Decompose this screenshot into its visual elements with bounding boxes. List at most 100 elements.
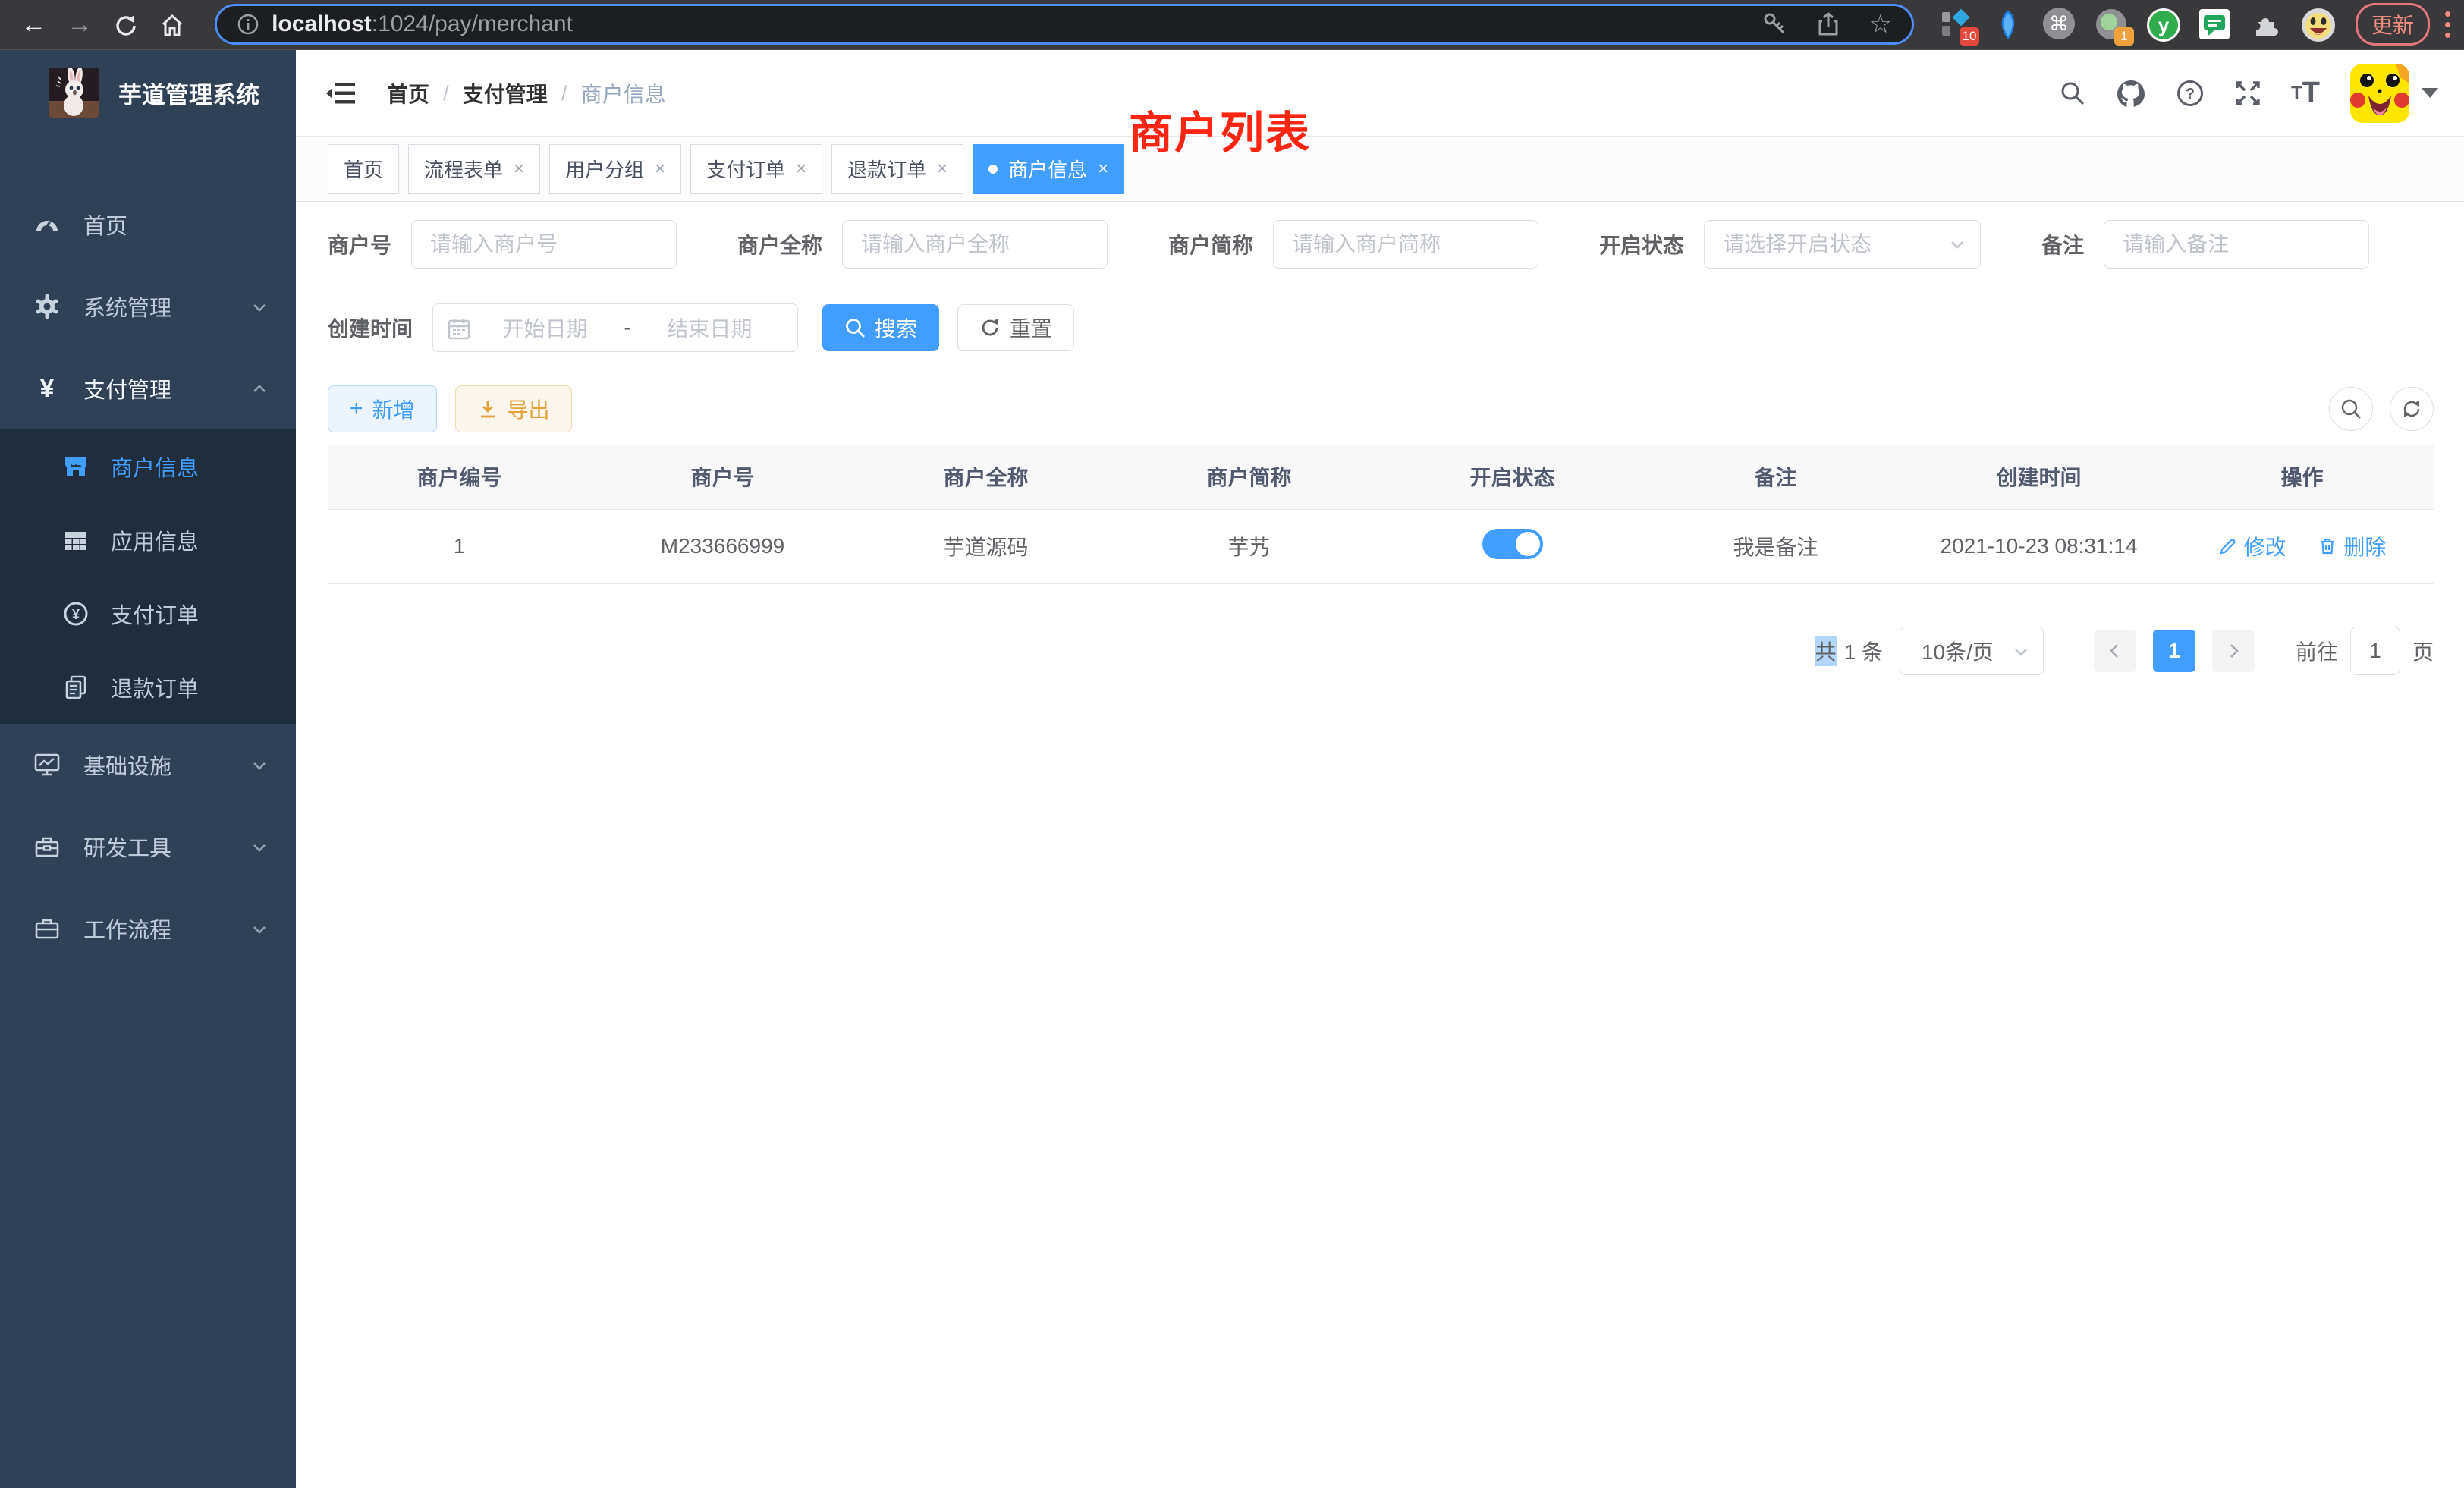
extensions-puzzle-icon[interactable] xyxy=(2249,8,2283,41)
end-date-placeholder[interactable]: 结束日期 xyxy=(636,313,784,343)
tab-process-form[interactable]: 流程表单× xyxy=(408,144,540,194)
edit-link[interactable]: 修改 xyxy=(2218,531,2286,561)
extension-badge: 1 xyxy=(2114,27,2134,46)
sidebar-item-pay[interactable]: ¥ 支付管理 xyxy=(0,347,296,429)
page-size-select[interactable]: 10条/页 xyxy=(1900,627,2044,675)
browser-reload-icon[interactable] xyxy=(103,1,149,48)
merchant-no-label: 商户号 xyxy=(328,229,391,259)
filter-row-1: 商户号 商户全称 商户简称 开启状态 xyxy=(328,220,2434,269)
close-icon[interactable]: × xyxy=(514,159,524,180)
extension-tabs-icon[interactable]: 10 xyxy=(1940,8,1973,41)
browser-update-button[interactable]: 更新 xyxy=(2356,3,2430,46)
header-search-icon[interactable] xyxy=(2059,80,2086,107)
full-name-input[interactable] xyxy=(842,220,1108,269)
table-row: 1 M233666999 芋道源码 芋艿 我是备注 2021-10-23 08:… xyxy=(328,509,2434,583)
share-icon[interactable] xyxy=(1815,11,1841,37)
browser-back-icon[interactable]: ← xyxy=(11,1,57,48)
prev-page-button[interactable] xyxy=(2094,630,2136,672)
browser-forward-icon[interactable]: → xyxy=(57,1,103,48)
goto-page-input[interactable] xyxy=(2350,627,2400,675)
sidebar-item-dev-tools[interactable]: 研发工具 xyxy=(0,806,296,888)
col-full-name: 商户全称 xyxy=(854,445,1117,509)
cell-merchant-no: M233666999 xyxy=(591,509,854,583)
font-size-icon[interactable]: TT xyxy=(2291,77,2320,109)
add-button[interactable]: + 新增 xyxy=(328,385,437,432)
breadcrumb-home[interactable]: 首页 xyxy=(387,78,429,108)
user-avatar[interactable] xyxy=(2350,64,2409,123)
page-1-button[interactable]: 1 xyxy=(2153,630,2195,672)
date-range-picker[interactable]: 开始日期 - 结束日期 xyxy=(432,303,798,352)
chevron-down-icon xyxy=(250,753,269,778)
breadcrumb: 首页 / 支付管理 / 商户信息 xyxy=(387,78,666,108)
tab-merchant-info[interactable]: 商户信息× xyxy=(973,144,1124,194)
extension-y-icon[interactable]: y xyxy=(2146,8,2180,41)
monitor-chart-icon xyxy=(32,751,62,778)
plus-icon: + xyxy=(350,398,363,420)
refresh-table-button[interactable] xyxy=(2390,387,2434,431)
close-icon[interactable]: × xyxy=(655,159,665,180)
goto-label: 前往 xyxy=(2296,636,2338,666)
sidebar-item-merchant-info[interactable]: 商户信息 xyxy=(0,429,296,503)
extension-proxy-icon[interactable]: 1 xyxy=(2095,8,2128,41)
profile-emoji-avatar[interactable] xyxy=(2301,8,2334,41)
browser-menu-icon[interactable] xyxy=(2445,11,2450,38)
search-button[interactable]: 搜索 xyxy=(822,304,939,351)
browser-home-icon[interactable] xyxy=(149,1,195,48)
bookmark-star-icon[interactable]: ☆ xyxy=(1868,9,1891,39)
chevron-down-icon xyxy=(250,916,269,941)
merchant-no-input[interactable] xyxy=(411,220,677,269)
sidebar-menu: 首页 系统管理 ¥ 支付管理 xyxy=(0,184,296,970)
page-content: 商户号 商户全称 商户简称 开启状态 xyxy=(296,202,2464,675)
remark-input[interactable] xyxy=(2104,220,2369,269)
start-date-placeholder[interactable]: 开始日期 xyxy=(471,313,619,343)
tab-user-group[interactable]: 用户分组× xyxy=(549,144,681,194)
toggle-search-button[interactable] xyxy=(2329,387,2373,431)
col-remark: 备注 xyxy=(1644,445,1907,509)
extension-kazoo-icon[interactable] xyxy=(1991,8,2025,41)
chevron-up-icon xyxy=(250,376,269,401)
github-icon[interactable] xyxy=(2115,78,2147,108)
sidebar-item-infra[interactable]: 基础设施 xyxy=(0,724,296,806)
chevron-down-icon xyxy=(250,294,269,319)
cell-status xyxy=(1381,509,1644,583)
sidebar-item-home[interactable]: 首页 xyxy=(0,184,296,266)
extension-chat-icon[interactable] xyxy=(2198,8,2231,41)
col-merchant-id: 商户编号 xyxy=(328,445,591,509)
avatar-caret-icon[interactable] xyxy=(2422,88,2438,98)
tab-home[interactable]: 首页 xyxy=(328,144,399,194)
url-bar[interactable]: localhost:1024/pay/merchant ☆ xyxy=(215,4,1914,45)
sidebar-item-workflow[interactable]: 工作流程 xyxy=(0,888,296,970)
sidebar-item-app-info[interactable]: 应用信息 xyxy=(0,503,296,577)
extension-command-icon[interactable]: ⌘ xyxy=(2043,8,2076,41)
app-logo[interactable]: 芋道管理系统 xyxy=(0,50,296,135)
tab-refund-order[interactable]: 退款订单× xyxy=(831,144,963,194)
short-name-label: 商户简称 xyxy=(1168,229,1253,259)
remark-label: 备注 xyxy=(2041,229,2084,259)
export-button[interactable]: 导出 xyxy=(455,385,572,432)
yen-circle-icon: ¥ xyxy=(61,600,91,627)
help-icon[interactable]: ? xyxy=(2176,79,2205,108)
short-name-input[interactable] xyxy=(1273,220,1538,269)
pencil-icon xyxy=(2218,536,2238,556)
col-merchant-no: 商户号 xyxy=(591,445,854,509)
sidebar-item-refund-order[interactable]: 退款订单 xyxy=(0,650,296,724)
breadcrumb-pay[interactable]: 支付管理 xyxy=(463,78,548,108)
close-icon[interactable]: × xyxy=(796,159,806,180)
next-page-button[interactable] xyxy=(2212,630,2255,672)
reset-button[interactable]: 重置 xyxy=(957,304,1074,351)
fullscreen-icon[interactable] xyxy=(2233,79,2262,108)
password-key-icon[interactable] xyxy=(1762,11,1788,37)
tab-pay-order[interactable]: 支付订单× xyxy=(690,144,822,194)
delete-link[interactable]: 删除 xyxy=(2318,531,2386,561)
col-actions: 操作 xyxy=(2170,445,2434,509)
status-toggle[interactable] xyxy=(1482,529,1543,559)
col-short-name: 商户简称 xyxy=(1117,445,1381,509)
collapse-sidebar-icon[interactable] xyxy=(319,73,364,114)
sidebar-item-system[interactable]: 系统管理 xyxy=(0,266,296,347)
sidebar-item-pay-order[interactable]: ¥ 支付订单 xyxy=(0,577,296,650)
close-icon[interactable]: × xyxy=(1098,159,1108,180)
close-icon[interactable]: × xyxy=(937,159,948,180)
status-select[interactable] xyxy=(1704,220,1981,269)
site-info-icon[interactable] xyxy=(237,13,259,36)
svg-text:y: y xyxy=(2158,14,2170,36)
